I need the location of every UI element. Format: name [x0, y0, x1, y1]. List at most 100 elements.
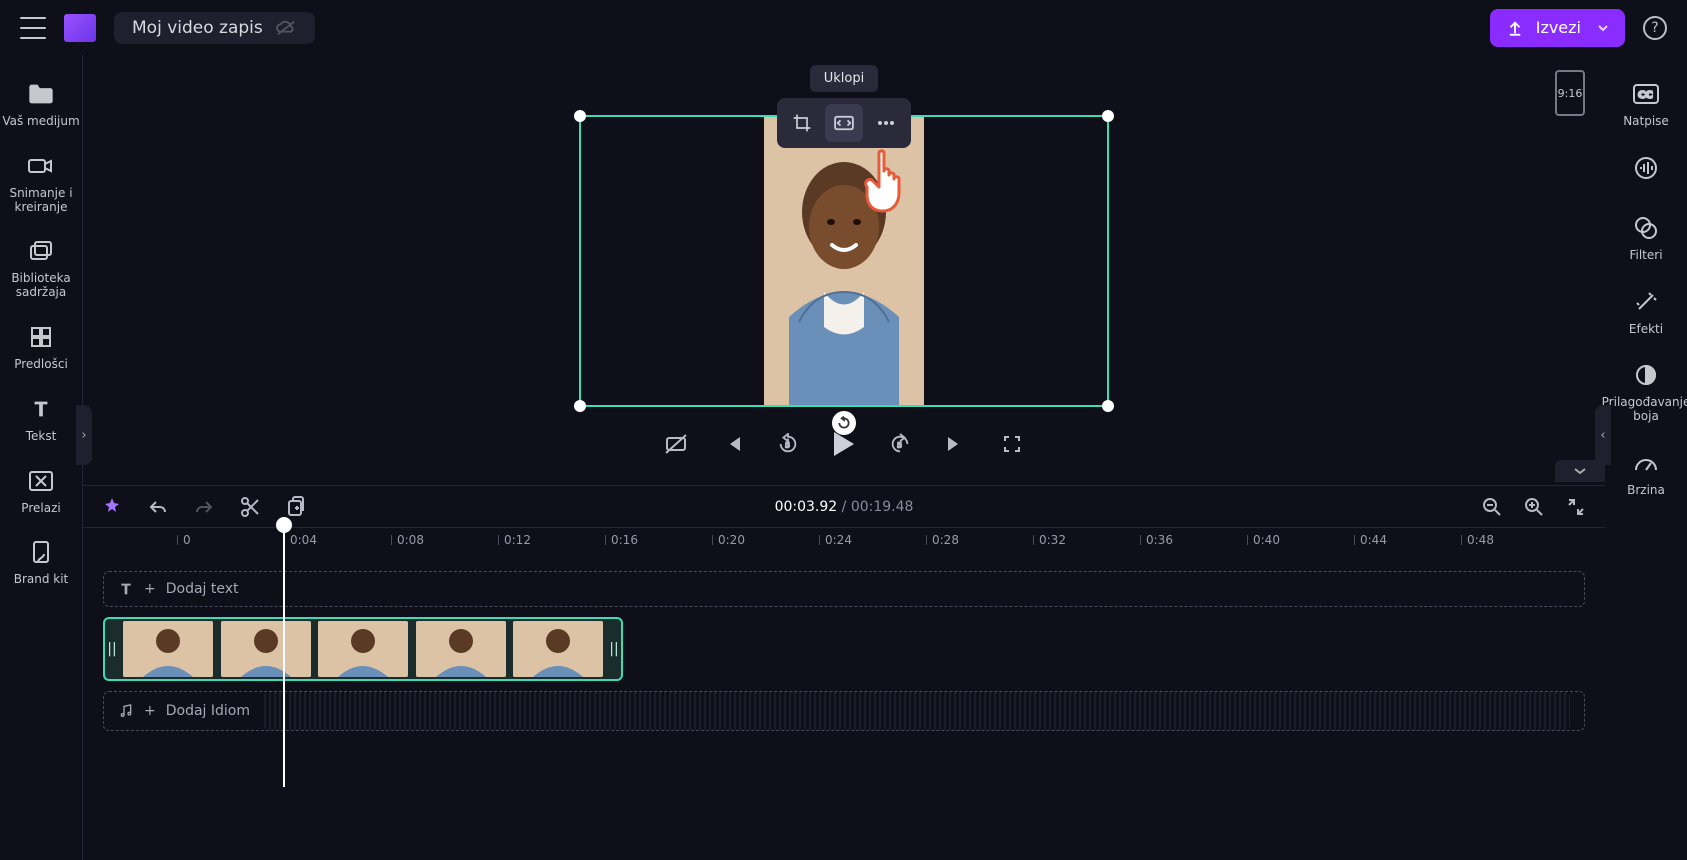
timeline-ruler[interactable]: 00:040:080:120:160:200:240:280:320:360:4… — [83, 527, 1605, 557]
library-icon — [26, 236, 56, 266]
crop-button[interactable] — [783, 104, 821, 142]
ruler-tick: 0:36 — [1146, 533, 1173, 547]
prev-frame-button[interactable] — [719, 431, 745, 457]
ruler-tick: 0:04 — [290, 533, 317, 547]
zoom-in-button[interactable] — [1523, 496, 1545, 518]
menu-button[interactable] — [20, 17, 46, 39]
svg-text:5: 5 — [785, 441, 790, 450]
clip-trim-left[interactable]: || — [105, 641, 119, 657]
preview-canvas[interactable] — [579, 115, 1109, 407]
timeline-tracks: + Dodaj text || || + Dodaj Idiom — [83, 557, 1605, 761]
back-5s-button[interactable]: 5 — [775, 431, 801, 457]
undo-button[interactable] — [147, 496, 169, 518]
time-total: 00:19.48 — [851, 499, 914, 515]
resize-handle-tr[interactable] — [1102, 110, 1114, 122]
export-label: Izvezi — [1536, 18, 1581, 37]
fullscreen-button[interactable] — [999, 431, 1025, 457]
pointer-cursor-icon — [855, 145, 911, 215]
ruler-tick: 0:28 — [932, 533, 959, 547]
sidebar-label: Efekti — [1629, 323, 1663, 337]
ruler-tick: 0:16 — [611, 533, 638, 547]
sidebar-label: Biblioteka sadržaja — [1, 272, 81, 300]
aspect-ratio-label: 9:16 — [1558, 87, 1583, 100]
text-icon — [118, 581, 134, 597]
sidebar-label: Prilagođavanje boja — [1602, 396, 1687, 424]
sidebar-item-color[interactable]: Prilagođavanje boja — [1606, 354, 1686, 430]
fit-button[interactable] — [825, 104, 863, 142]
clip-thumb — [513, 621, 603, 677]
playhead[interactable] — [283, 527, 285, 787]
sidebar-label: Filteri — [1629, 249, 1662, 263]
ruler-tick: 0:32 — [1039, 533, 1066, 547]
sidebar-item-brandkit[interactable]: Brand kit — [1, 531, 81, 593]
more-button[interactable] — [867, 104, 905, 142]
audio-track-placeholder[interactable]: + Dodaj Idiom — [103, 691, 1585, 731]
ruler-tick: 0:44 — [1360, 533, 1387, 547]
ruler-tick: 0:12 — [504, 533, 531, 547]
resize-handle-br[interactable] — [1102, 400, 1114, 412]
sidebar-item-speed[interactable]: Brzina — [1606, 442, 1686, 504]
wand-icon — [1631, 287, 1661, 317]
fwd-5s-button[interactable]: 5 — [887, 431, 913, 457]
sidebar-item-captions[interactable]: CC Natpise — [1606, 73, 1686, 135]
magic-button[interactable] — [101, 496, 123, 518]
sidebar-label: Brand kit — [14, 573, 69, 587]
folder-icon — [26, 79, 56, 109]
rotate-handle[interactable] — [832, 411, 856, 435]
audio-track-label: Dodaj Idiom — [166, 703, 250, 719]
svg-text:CC: CC — [1638, 90, 1653, 101]
text-icon — [26, 394, 56, 424]
video-clip[interactable]: || || — [103, 617, 623, 681]
filters-icon — [1631, 213, 1661, 243]
music-icon — [118, 703, 134, 719]
time-current: 00:03.92 — [775, 499, 838, 515]
sidebar-item-media[interactable]: Vaš medijum — [1, 73, 81, 135]
project-title-chip[interactable]: Moj video zapis — [114, 12, 315, 44]
canvas-area: Uklopi 9:16 — [83, 55, 1605, 485]
sidebar-label: Snimanje i kreiranje — [1, 187, 81, 215]
plus-icon: + — [144, 703, 156, 719]
help-button[interactable]: ? — [1643, 16, 1667, 40]
aspect-ratio-button[interactable]: 9:16 — [1555, 70, 1585, 116]
ruler-tick: 0 — [183, 533, 191, 547]
next-frame-button[interactable] — [943, 431, 969, 457]
fit-tooltip: Uklopi — [810, 65, 878, 92]
camera-icon — [26, 151, 56, 181]
expand-right-panel-button[interactable]: ‹ — [1595, 405, 1611, 465]
sidebar-item-effects[interactable]: Efekti — [1606, 281, 1686, 343]
contrast-icon — [1631, 360, 1661, 390]
fit-zoom-button[interactable] — [1565, 496, 1587, 518]
selection-outline[interactable] — [579, 115, 1109, 407]
sidebar-item-text[interactable]: Tekst — [1, 388, 81, 450]
redo-button[interactable] — [193, 496, 215, 518]
sidebar-item-transitions[interactable]: Prelazi — [1, 460, 81, 522]
text-track-placeholder[interactable]: + Dodaj text — [103, 571, 1585, 607]
project-title: Moj video zapis — [132, 18, 263, 38]
sidebar-item-record[interactable]: Snimanje i kreiranje — [1, 145, 81, 221]
split-button[interactable] — [239, 496, 261, 518]
cc-icon: CC — [1631, 79, 1661, 109]
sidebar-label: Vaš medijum — [2, 115, 79, 129]
zoom-out-button[interactable] — [1481, 496, 1503, 518]
sidebar-item-filters[interactable]: Filteri — [1606, 207, 1686, 269]
sidebar-item-templates[interactable]: Predlošci — [1, 316, 81, 378]
ruler-tick: 0:40 — [1253, 533, 1280, 547]
left-sidebar: Vaš medijum Snimanje i kreiranje Bibliot… — [0, 55, 82, 860]
duplicate-button[interactable] — [285, 496, 307, 518]
audio-waveform-placeholder — [264, 692, 1570, 730]
sidebar-label: Natpise — [1623, 115, 1669, 129]
ruler-tick: 0:20 — [718, 533, 745, 547]
app-logo-icon — [64, 14, 96, 42]
mute-button[interactable] — [663, 431, 689, 457]
sidebar-item-audio[interactable] — [1606, 147, 1686, 195]
resize-handle-bl[interactable] — [574, 400, 586, 412]
clip-trim-right[interactable]: || — [607, 641, 621, 657]
text-track-label: Dodaj text — [166, 581, 239, 597]
floating-toolbar — [777, 98, 911, 148]
transition-icon — [26, 466, 56, 496]
layout-icon — [26, 322, 56, 352]
export-button[interactable]: Izvezi — [1490, 9, 1625, 47]
chevron-down-icon — [1597, 22, 1609, 34]
resize-handle-tl[interactable] — [574, 110, 586, 122]
sidebar-item-library[interactable]: Biblioteka sadržaja — [1, 230, 81, 306]
